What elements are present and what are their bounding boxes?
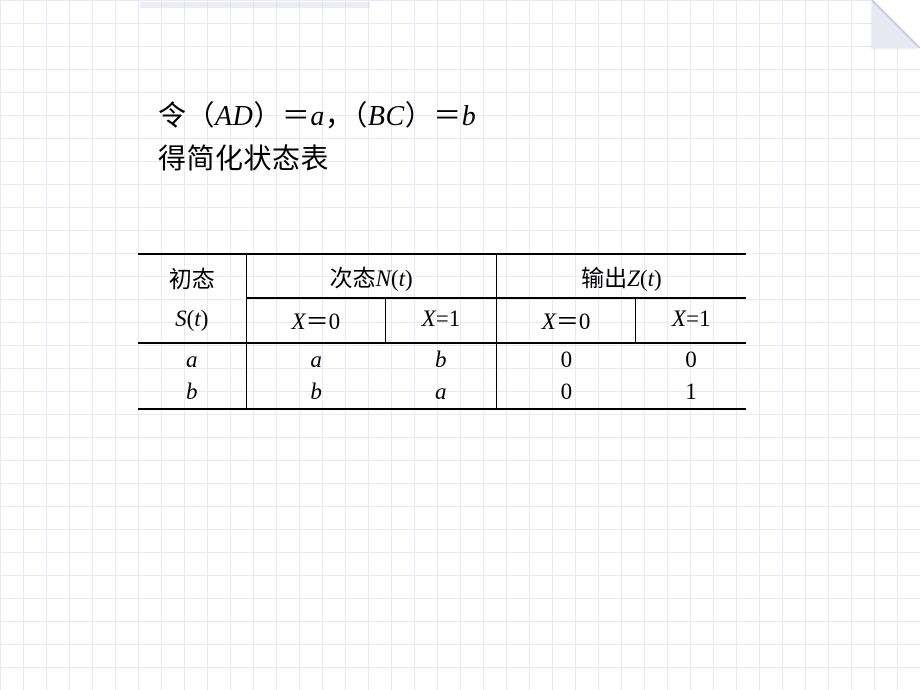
state-table: 初态 次态N(t) 输出Z(t) S(t) X＝0 X=1 X＝0: [138, 253, 746, 410]
r2c1: b: [138, 376, 246, 409]
r1c3: b: [386, 343, 496, 376]
r2c4: 0: [496, 376, 636, 409]
t1e: a: [310, 101, 325, 132]
line-1: 令（AD）＝a，（BC）＝b: [158, 95, 778, 138]
nx1-x: X: [422, 306, 436, 331]
nx1-eq: =1: [436, 306, 460, 331]
hoa-z: Z: [627, 266, 640, 291]
t1g: （: [353, 101, 368, 132]
hdr-output: 输出Z(t): [496, 254, 746, 298]
hdr-z-x1: X=1: [636, 298, 746, 343]
zx0-x: X: [542, 309, 556, 334]
r1c1: a: [138, 343, 246, 376]
r2c2: b: [246, 376, 386, 409]
hna-p: (: [391, 266, 399, 291]
t1b: （: [187, 101, 216, 132]
r2c3: a: [386, 376, 496, 409]
zx1-x: X: [672, 306, 686, 331]
hoa-cp: ): [654, 266, 662, 291]
data-row-a: a a b 0 0: [138, 343, 746, 376]
t1d: ）＝: [253, 101, 310, 132]
hsb-cp: ): [201, 306, 209, 331]
hoa-p: (: [640, 266, 648, 291]
zx0-eq: ＝0: [556, 309, 591, 334]
r1c2: a: [246, 343, 386, 376]
hdr-n-x1: X=1: [386, 298, 496, 343]
t1f: ，: [325, 101, 354, 132]
header-row-2: S(t) X＝0 X=1 X＝0 X=1: [138, 298, 746, 343]
nx0-eq: ＝0: [306, 309, 341, 334]
hdr-next-state: 次态N(t): [246, 254, 496, 298]
hdr-s-of-t: S(t): [138, 298, 246, 343]
t1a: 令: [158, 101, 187, 132]
hsb-s: S: [175, 306, 187, 331]
hna-pre: 次态: [330, 266, 376, 291]
r1c5: 0: [636, 343, 746, 376]
hoa-pre: 输出: [581, 266, 627, 291]
page-corner-fold: [872, 0, 920, 48]
t1j: b: [462, 101, 477, 132]
hna-n: N: [376, 266, 391, 291]
zx1-eq: =1: [686, 306, 710, 331]
top-decorative-strip: [140, 2, 370, 8]
header-row-1: 初态 次态N(t) 输出Z(t): [138, 254, 746, 298]
r2c5: 1: [636, 376, 746, 409]
t1h: BC: [368, 101, 405, 132]
hdr-initial-state: 初态: [138, 254, 246, 298]
hdr-z-x0: X＝0: [496, 298, 636, 343]
nx0-x: X: [292, 309, 306, 334]
hna-cp: ): [405, 266, 413, 291]
r1c4: 0: [496, 343, 636, 376]
state-table-element: 初态 次态N(t) 输出Z(t) S(t) X＝0 X=1 X＝0: [138, 253, 746, 410]
t1c: AD: [215, 101, 253, 132]
t1i: ）＝: [405, 101, 462, 132]
hdr-n-x0: X＝0: [246, 298, 386, 343]
text-content: 令（AD）＝a，（BC）＝b 得简化状态表: [158, 95, 778, 182]
data-row-b: b b a 0 1: [138, 376, 746, 409]
line-2: 得简化状态表: [158, 138, 778, 181]
